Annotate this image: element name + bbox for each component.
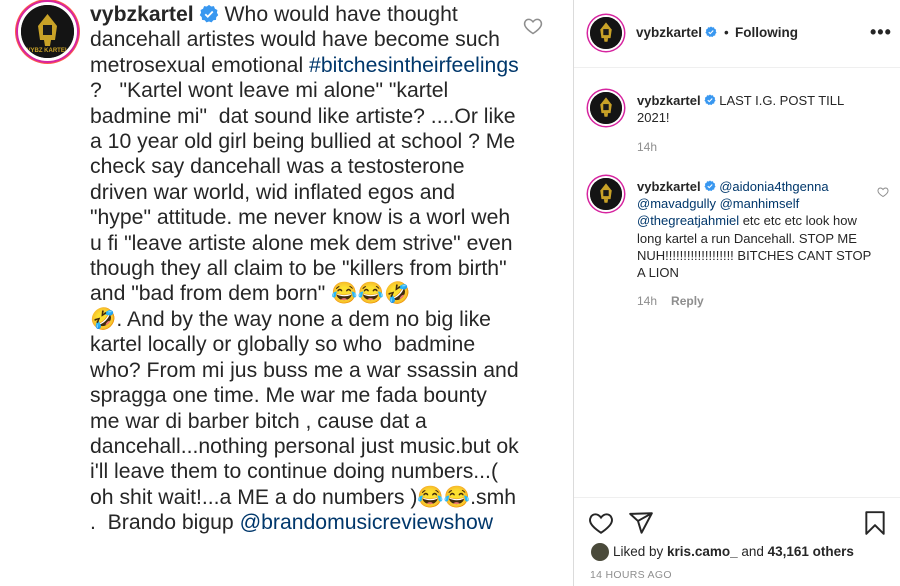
heart-icon[interactable] xyxy=(588,510,614,536)
comment-avatar[interactable] xyxy=(588,176,624,212)
liked-by-avatar[interactable] xyxy=(590,542,610,562)
pharaoh-logo-icon: VYBZ KARTEL xyxy=(21,5,74,58)
caption-mention[interactable]: @brandomusicreviewshow xyxy=(240,511,494,534)
caption-emoji-3: 😂😂 xyxy=(417,485,471,509)
header-username[interactable]: vybzkartel xyxy=(636,25,717,40)
verified-badge-icon xyxy=(704,94,716,106)
reply-button[interactable]: Reply xyxy=(671,294,704,308)
header-username-text[interactable]: vybzkartel xyxy=(636,25,702,40)
comment-text: vybzkartel @aidonia4thgenna @mavadgully … xyxy=(637,178,877,281)
bookmark-icon[interactable] xyxy=(862,510,888,536)
caption-body-2: ? "Kartel wont leave mi alone" "kartel b… xyxy=(90,53,525,306)
caption-username[interactable]: vybzkartel xyxy=(90,3,194,26)
heart-icon[interactable] xyxy=(523,16,543,36)
post-timestamp[interactable]: 14 HOURS AGO xyxy=(590,569,672,581)
header-separator: • xyxy=(724,25,729,40)
svg-text:VYBZ KARTEL: VYBZ KARTEL xyxy=(27,48,69,54)
comment-avatar[interactable] xyxy=(588,90,624,126)
pharaoh-logo-icon xyxy=(590,178,622,210)
liked-prefix: Liked by xyxy=(613,544,668,559)
comment-time[interactable]: 14h xyxy=(637,140,657,154)
more-options-icon[interactable]: ••• xyxy=(870,22,892,43)
post-actions: Liked by kris.camo_ and 43,161 others 14… xyxy=(574,497,900,586)
comment-meta: 14h xyxy=(637,140,657,154)
heart-icon[interactable] xyxy=(877,186,889,198)
liked-by-text: Liked by kris.camo_ and 43,161 others xyxy=(613,544,854,559)
comment-username[interactable]: vybzkartel xyxy=(637,93,701,108)
comment-time[interactable]: 14h xyxy=(637,294,657,308)
caption-text: vybzkartel Who would have thought danceh… xyxy=(90,2,520,536)
comment-text: vybzkartel LAST I.G. POST TILL 2021! xyxy=(637,92,877,126)
post-header: vybzkartel • Following ••• xyxy=(574,0,900,68)
pharaoh-logo-icon xyxy=(590,92,622,124)
liked-user[interactable]: kris.camo_ xyxy=(667,544,738,559)
comment-username[interactable]: vybzkartel xyxy=(637,179,701,194)
liked-middle: and xyxy=(737,544,768,559)
post-sidebar: vybzkartel • Following ••• vybzkartel LA… xyxy=(574,0,900,586)
profile-avatar[interactable]: VYBZ KARTEL xyxy=(18,2,77,61)
caption-body-3: . And by the way none a dem no big like … xyxy=(90,307,525,509)
likes-count[interactable]: 43,161 others xyxy=(768,544,854,559)
header-avatar[interactable] xyxy=(588,15,624,51)
comment-meta: 14h Reply xyxy=(637,294,704,308)
caption-emoji-1: 😂😂🤣 xyxy=(331,282,411,306)
verified-badge-icon xyxy=(704,180,716,192)
pharaoh-logo-icon xyxy=(590,17,622,49)
zoomed-caption-panel: VYBZ KARTEL vybzkartel Who would have th… xyxy=(0,0,573,586)
following-button[interactable]: Following xyxy=(735,25,798,40)
share-icon[interactable] xyxy=(628,510,654,536)
caption-emoji-2: 🤣 xyxy=(90,307,117,331)
verified-badge-icon xyxy=(199,4,218,23)
verified-badge-icon xyxy=(705,26,717,38)
caption-hashtag[interactable]: #bitchesintheirfeelings xyxy=(309,54,519,77)
